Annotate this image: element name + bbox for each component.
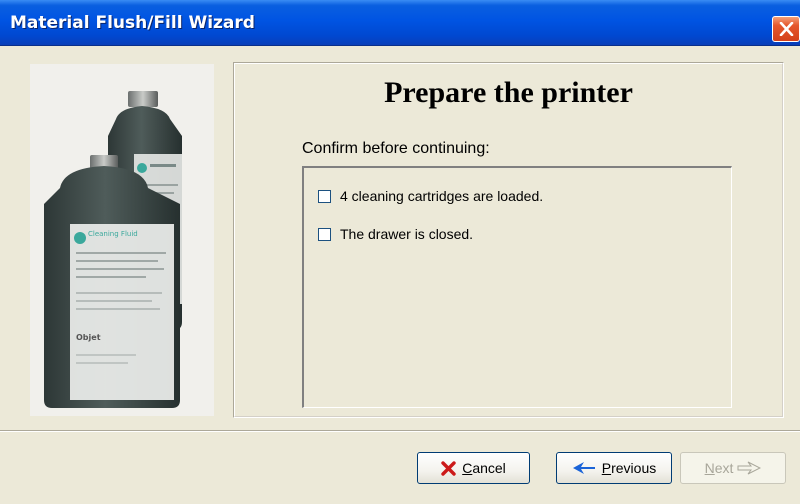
- svg-text:Objet: Objet: [76, 333, 101, 342]
- cartridges-checkbox[interactable]: [318, 189, 331, 203]
- blue-left-arrow-icon: [572, 461, 596, 475]
- cancel-button[interactable]: Cancel: [417, 452, 530, 484]
- checklist-label: The drawer is closed.: [340, 226, 474, 242]
- right-arrow-outline-icon: [737, 461, 762, 475]
- red-x-icon: [441, 460, 456, 476]
- cleaning-fluid-bottles-image: Cleaning Fluid Objet: [44, 91, 182, 408]
- next-label: Next: [704, 460, 734, 476]
- product-image: Cleaning Fluid Objet: [30, 64, 214, 416]
- drawer-checkbox[interactable]: [318, 227, 331, 241]
- window-title: Material Flush/Fill Wizard: [10, 13, 255, 33]
- svg-text:Cleaning Fluid: Cleaning Fluid: [88, 230, 138, 238]
- page-title: Prepare the printer: [384, 76, 633, 109]
- checklist-item-drawer[interactable]: The drawer is closed.: [318, 226, 473, 242]
- instruction-text: Confirm before continuing:: [302, 140, 490, 157]
- content-panel: Prepare the printer Confirm before conti…: [233, 62, 784, 418]
- previous-button[interactable]: Previous: [556, 452, 672, 484]
- close-x-icon: [779, 22, 794, 36]
- footer-divider: [0, 430, 800, 432]
- close-button[interactable]: [772, 16, 800, 42]
- checklist-item-cartridges[interactable]: 4 cleaning cartridges are loaded.: [318, 188, 543, 204]
- next-button[interactable]: Next: [680, 452, 786, 484]
- checklist-label: 4 cleaning cartridges are loaded.: [340, 188, 544, 204]
- previous-label: Previous: [601, 460, 657, 476]
- confirmation-checklist: 4 cleaning cartridges are loaded. The dr…: [302, 166, 732, 408]
- wizard-body: Cleaning Fluid Objet Prepare the printer…: [0, 46, 800, 504]
- cancel-label: Cancel: [462, 460, 506, 476]
- title-bar: Material Flush/Fill Wizard: [0, 0, 800, 46]
